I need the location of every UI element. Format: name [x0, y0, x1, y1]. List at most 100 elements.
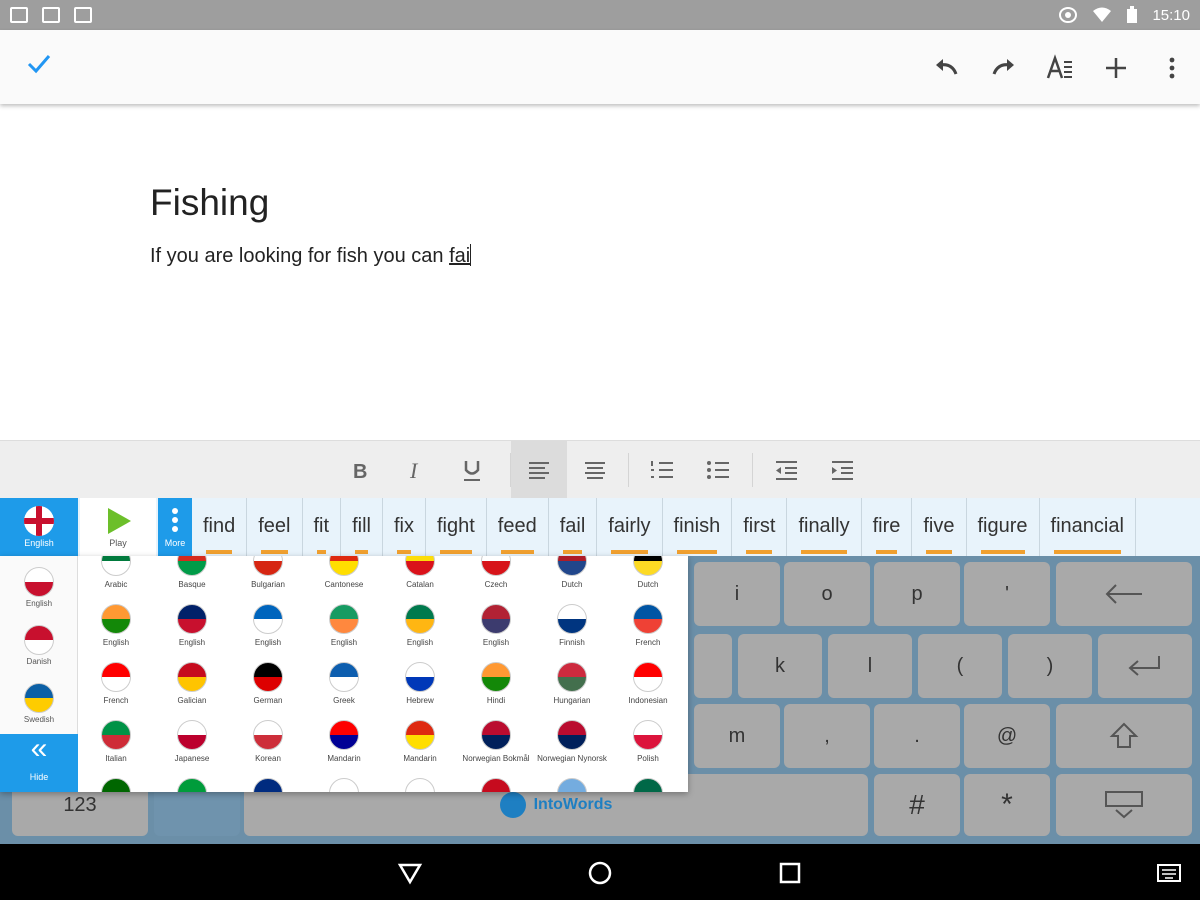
suggestion-word[interactable]: finish [663, 498, 733, 556]
key-period[interactable]: . [874, 704, 960, 768]
language-option[interactable]: Korean [230, 712, 306, 770]
language-option[interactable]: Portuguese [78, 770, 154, 792]
enter-key[interactable] [1098, 634, 1192, 698]
hide-keyboard-key[interactable] [1056, 774, 1192, 836]
document-body[interactable]: If you are looking for fish you can fai [150, 244, 472, 268]
language-option[interactable]: French [78, 654, 154, 712]
align-left-button[interactable] [511, 441, 567, 499]
language-option[interactable]: English [306, 596, 382, 654]
language-option[interactable]: Arabic [78, 556, 154, 596]
language-button[interactable]: English [0, 498, 78, 556]
decrease-indent-button[interactable] [758, 441, 814, 499]
recent-language-danish[interactable]: Danish [0, 616, 78, 674]
language-option[interactable]: English [154, 596, 230, 654]
recents-button[interactable] [775, 858, 805, 888]
recent-language-swedish[interactable]: Swedish [0, 674, 78, 732]
increase-indent-button[interactable] [814, 441, 870, 499]
suggestion-word[interactable]: first [732, 498, 788, 556]
language-option[interactable]: Slovak [382, 770, 458, 792]
suggestion-word[interactable]: feed [487, 498, 549, 556]
key-at[interactable]: @ [964, 704, 1050, 768]
language-option[interactable]: Cantonese [306, 556, 382, 596]
language-option[interactable]: Spanish [534, 770, 610, 792]
text-format-button[interactable] [1040, 48, 1080, 88]
recent-language-english[interactable]: English [0, 558, 78, 616]
underline-button[interactable] [444, 441, 500, 499]
language-option[interactable]: Hebrew [382, 654, 458, 712]
suggestion-word[interactable]: find [192, 498, 248, 556]
suggestion-word[interactable]: finally [787, 498, 862, 556]
suggestion-word[interactable]: financial [1040, 498, 1136, 556]
play-button[interactable]: Play [80, 498, 156, 556]
redo-button[interactable] [984, 48, 1024, 88]
language-option[interactable]: Polish [610, 712, 686, 770]
suggestion-word[interactable]: fail [549, 498, 598, 556]
language-option[interactable]: Mandarin [306, 712, 382, 770]
key-m[interactable]: m [694, 704, 780, 768]
language-option[interactable]: Basque [154, 556, 230, 596]
language-option[interactable]: Dutch [610, 556, 686, 596]
more-button[interactable]: More [158, 498, 192, 556]
align-center-button[interactable] [567, 441, 623, 499]
language-option[interactable]: Romanian [230, 770, 306, 792]
home-button[interactable] [585, 858, 615, 888]
language-option[interactable]: Russian [306, 770, 382, 792]
key-comma[interactable]: , [784, 704, 870, 768]
language-option[interactable]: English [458, 596, 534, 654]
suggestion-word[interactable]: feel [247, 498, 303, 556]
numbered-list-button[interactable] [634, 441, 690, 499]
language-option[interactable]: Greek [306, 654, 382, 712]
key-close-paren[interactable]: ) [1008, 634, 1092, 698]
key-hash[interactable]: # [874, 774, 960, 836]
language-option[interactable]: Mandarin [382, 712, 458, 770]
key-o[interactable]: o [784, 562, 870, 626]
language-option[interactable]: Portuguese [154, 770, 230, 792]
language-option[interactable]: Spanish [458, 770, 534, 792]
insert-button[interactable] [1096, 48, 1136, 88]
key-apostrophe[interactable]: ' [964, 562, 1050, 626]
key-i[interactable]: i [694, 562, 780, 626]
key-k[interactable]: k [738, 634, 822, 698]
language-option[interactable]: Indonesian [610, 654, 686, 712]
shift-key[interactable] [1056, 704, 1192, 768]
language-option[interactable]: Hindi [458, 654, 534, 712]
key-l[interactable]: l [828, 634, 912, 698]
suggestion-word[interactable]: fix [383, 498, 426, 556]
hide-button[interactable]: « Hide [0, 734, 78, 792]
back-button[interactable] [395, 858, 425, 888]
language-option[interactable]: Spanish [610, 770, 686, 792]
suggestion-word[interactable]: fire [862, 498, 913, 556]
italic-button[interactable]: I [388, 441, 444, 499]
suggestion-word[interactable]: fill [341, 498, 383, 556]
language-option[interactable]: Bulgarian [230, 556, 306, 596]
language-option[interactable]: Norwegian Bokmål [458, 712, 534, 770]
language-option[interactable]: Japanese [154, 712, 230, 770]
language-option[interactable]: Catalan [382, 556, 458, 596]
language-option[interactable]: Italian [78, 712, 154, 770]
language-option[interactable]: German [230, 654, 306, 712]
language-option[interactable]: Hungarian [534, 654, 610, 712]
suggestion-word[interactable]: figure [967, 498, 1040, 556]
language-option[interactable]: English [230, 596, 306, 654]
suggestion-word[interactable]: five [912, 498, 967, 556]
language-option[interactable]: Dutch [534, 556, 610, 596]
key-open-paren[interactable]: ( [918, 634, 1002, 698]
language-option[interactable]: Czech [458, 556, 534, 596]
suggestion-word[interactable]: fit [303, 498, 342, 556]
language-option[interactable]: English [78, 596, 154, 654]
key-j[interactable] [694, 634, 732, 698]
done-check-button[interactable] [22, 50, 56, 84]
undo-button[interactable] [926, 48, 966, 88]
suggestion-word[interactable]: fight [426, 498, 487, 556]
keyboard-switch-button[interactable] [1154, 858, 1184, 888]
key-asterisk[interactable]: * [964, 774, 1050, 836]
overflow-menu-button[interactable] [1152, 48, 1192, 88]
language-option[interactable]: Galician [154, 654, 230, 712]
suggestion-word[interactable]: fairly [597, 498, 663, 556]
language-option[interactable]: English [382, 596, 458, 654]
key-p[interactable]: p [874, 562, 960, 626]
backspace-key[interactable] [1056, 562, 1192, 626]
language-option[interactable]: Finnish [534, 596, 610, 654]
language-option[interactable]: French [610, 596, 686, 654]
bold-button[interactable]: B [332, 441, 388, 499]
